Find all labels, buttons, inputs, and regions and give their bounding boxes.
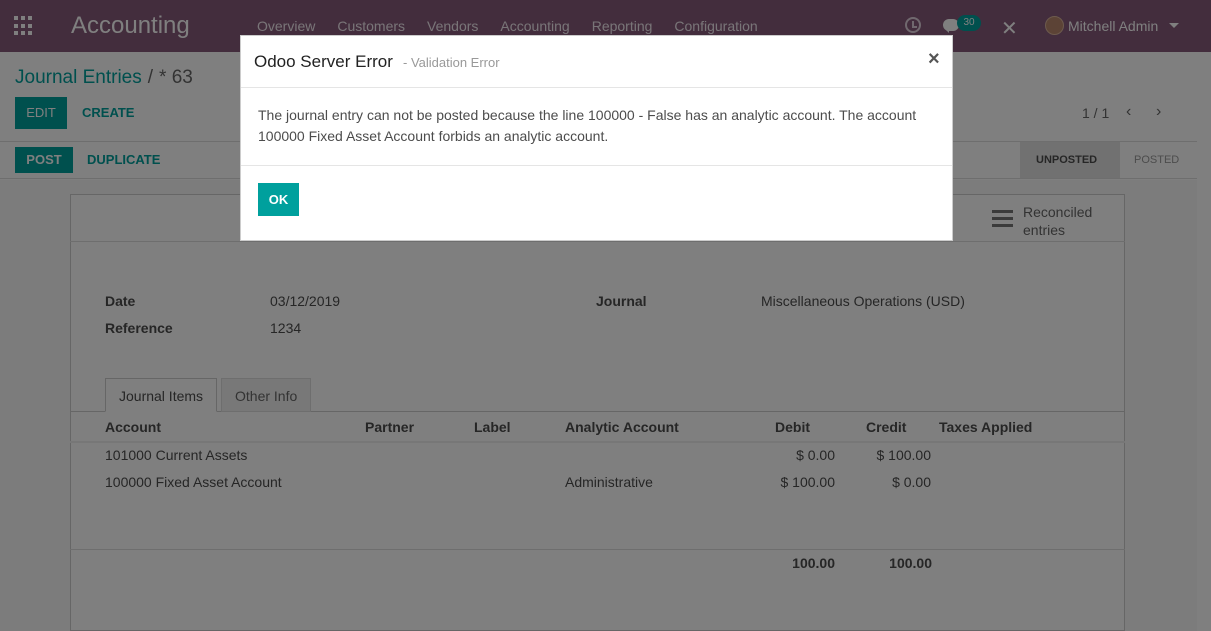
dialog-message: The journal entry can not be posted beca… bbox=[258, 107, 917, 144]
dialog-footer bbox=[241, 165, 952, 166]
dialog-subtitle: - Validation Error bbox=[403, 55, 500, 70]
close-icon[interactable]: × bbox=[928, 49, 940, 69]
dialog-title: Odoo Server Error bbox=[254, 52, 393, 71]
dialog-header: Odoo Server Error - Validation Error × bbox=[241, 36, 952, 88]
ok-button[interactable]: OK bbox=[258, 183, 299, 216]
error-dialog: Odoo Server Error - Validation Error × T… bbox=[240, 35, 953, 241]
